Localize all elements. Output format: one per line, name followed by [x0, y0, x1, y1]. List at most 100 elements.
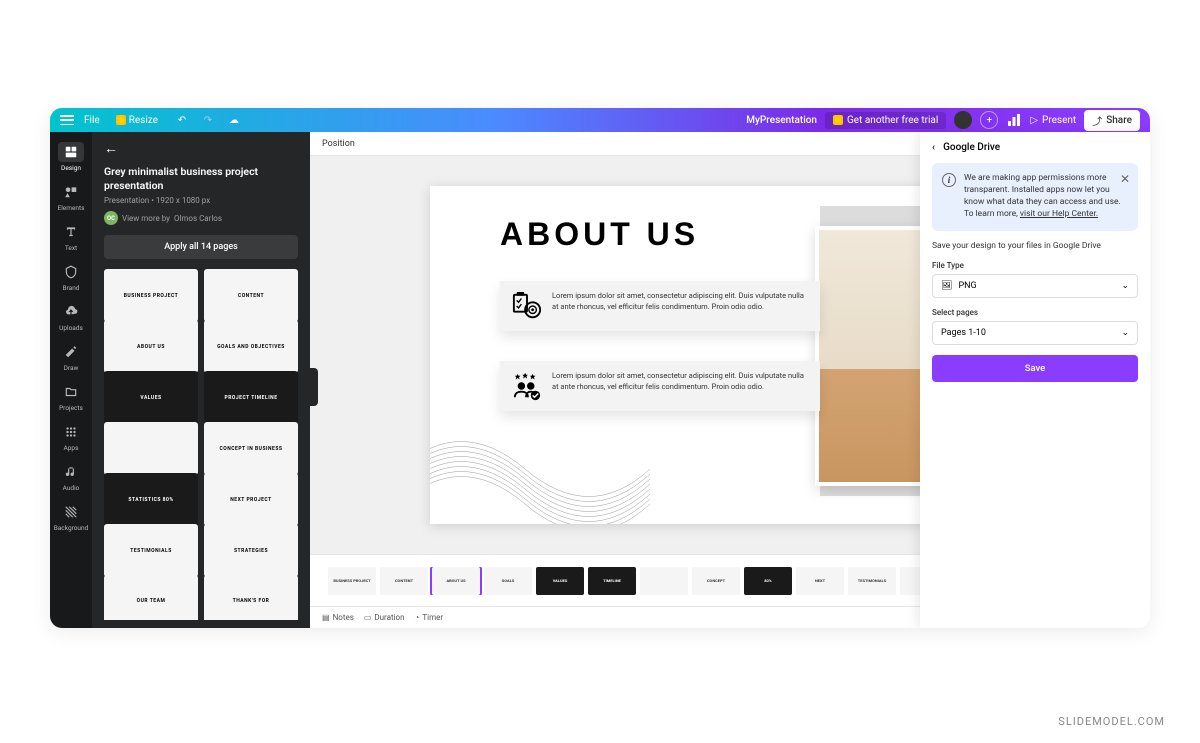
trial-button[interactable]: Get another free trial [825, 112, 946, 129]
rail-design[interactable]: Design [50, 138, 92, 176]
author-badge: OC [104, 211, 118, 225]
template-author[interactable]: OC View more by Olmos Carlos [104, 211, 298, 225]
template-thumb[interactable]: CONTENT [204, 269, 298, 322]
template-thumb[interactable]: PROJECT TIMELINE [204, 371, 298, 424]
notes-button[interactable]: ▤Notes [322, 613, 354, 622]
present-button[interactable]: ▷ Present [1030, 115, 1076, 126]
file-menu[interactable]: File [84, 115, 100, 126]
info-icon: i [942, 173, 956, 187]
user-avatar[interactable] [954, 111, 972, 129]
rail-background[interactable]: Background [50, 498, 92, 536]
content-box-1[interactable]: Lorem ipsum dolor sit amet, consectetur … [500, 281, 820, 331]
template-thumbnails: BUSINESS PROJECTCONTENTABOUT USGOALS AND… [104, 269, 298, 620]
rail-label: Audio [63, 484, 80, 492]
back-arrow-icon[interactable]: ← [104, 140, 118, 157]
rail-uploads[interactable]: Uploads [50, 298, 92, 336]
author-name: Olmos Carlos [174, 214, 222, 223]
side-rail: Design Elements Text Brand Uploads Draw … [50, 132, 92, 628]
slide-title[interactable]: ABOUT US [500, 216, 699, 253]
sidebar-header: ← [104, 140, 298, 157]
filmstrip-thumb[interactable]: ABOUT US3 [432, 567, 480, 595]
filmstrip-thumb[interactable]: BUSINESS PROJECT1 [328, 567, 376, 595]
pages-label: Select pages [932, 308, 1138, 317]
template-thumb[interactable]: OUR TEAM [104, 575, 198, 620]
rail-label: Design [61, 164, 81, 172]
filmstrip-thumb[interactable]: GOALS4 [484, 567, 532, 595]
template-thumb[interactable]: VALUES [104, 371, 198, 424]
analytics-icon[interactable] [1006, 112, 1022, 128]
rail-label: Brand [63, 284, 80, 292]
add-member-button[interactable]: + [980, 111, 998, 129]
template-meta: Presentation • 1920 x 1080 px [104, 196, 298, 205]
filmstrip-thumb[interactable]: NEXT10 [796, 567, 844, 595]
share-button[interactable]: ⤴ Share [1084, 110, 1140, 131]
content-text-1: Lorem ipsum dolor sit amet, consectetur … [552, 291, 808, 321]
save-button[interactable]: Save [932, 355, 1138, 382]
redo-icon[interactable]: ↷ [200, 112, 216, 128]
header-right: MyPresentation Get another free trial + … [746, 110, 1140, 131]
filetype-dropdown[interactable]: 🖼PNG ⌄ [932, 274, 1138, 298]
content-text-2: Lorem ipsum dolor sit amet, consectetur … [552, 371, 808, 401]
rail-draw[interactable]: Draw [50, 338, 92, 376]
team-rating-icon [512, 371, 542, 401]
rail-brand[interactable]: Brand [50, 258, 92, 296]
crown-icon [116, 115, 126, 125]
position-button[interactable]: Position [322, 139, 355, 149]
rail-projects[interactable]: Projects [50, 378, 92, 416]
rail-audio[interactable]: Audio [50, 458, 92, 496]
pages-value: Pages 1-10 [941, 328, 986, 338]
sidebar-collapse-handle[interactable] [308, 368, 318, 406]
play-icon: ▷ [1030, 115, 1038, 126]
chevron-down-icon: ⌄ [1121, 281, 1129, 291]
trial-label: Get another free trial [847, 115, 938, 126]
rail-label: Elements [58, 204, 85, 212]
resize-button[interactable]: Resize [110, 113, 164, 128]
filetype-value: PNG [958, 281, 976, 291]
template-thumb[interactable]: BUSINESS PROJECT [104, 269, 198, 322]
cloud-sync-icon[interactable]: ☁ [226, 112, 242, 128]
undo-icon[interactable]: ↶ [174, 112, 190, 128]
close-icon[interactable]: ✕ [1120, 171, 1130, 188]
template-thumb[interactable]: ABOUT US [104, 320, 198, 373]
help-center-link[interactable]: visit our Help Center. [1020, 209, 1098, 219]
template-thumb[interactable]: NEXT PROJECT [204, 473, 298, 526]
crown-icon [833, 115, 843, 125]
filmstrip-thumb[interactable]: VALUES5 [536, 567, 584, 595]
rail-text[interactable]: Text [50, 218, 92, 256]
timer-button[interactable]: ◔Timer [415, 613, 444, 622]
filmstrip-thumb[interactable]: 7 [640, 567, 688, 595]
template-thumb[interactable]: STATISTICS 80% [104, 473, 198, 526]
header-left: File Resize ↶ ↷ ☁ [60, 112, 242, 128]
rail-label: Apps [64, 444, 79, 452]
hamburger-menu-icon[interactable] [60, 115, 74, 125]
present-label: Present [1042, 115, 1076, 126]
filmstrip-thumb[interactable]: CONCEPT8 [692, 567, 740, 595]
document-name[interactable]: MyPresentation [746, 115, 817, 126]
duration-button[interactable]: ▭Duration [364, 613, 405, 622]
panel-back-icon[interactable]: ‹ [932, 142, 935, 153]
template-thumb[interactable]: TESTIMONIALS [104, 524, 198, 577]
template-thumb[interactable]: CONCEPT IN BUSINESS [204, 422, 298, 475]
filmstrip-thumb[interactable]: 80%9 [744, 567, 792, 595]
template-thumb[interactable] [104, 422, 198, 475]
filmstrip-thumb[interactable]: TIMELINE6 [588, 567, 636, 595]
filmstrip-thumb[interactable]: TESTIMONIALS11 [848, 567, 896, 595]
filetype-label: File Type [932, 261, 1138, 270]
resize-label: Resize [129, 115, 158, 126]
info-text: We are making app permissions more trans… [964, 173, 1128, 221]
template-thumb[interactable]: STRATEGIES [204, 524, 298, 577]
template-sidebar: ← Grey minimalist business project prese… [92, 132, 310, 628]
rail-label: Uploads [59, 324, 83, 332]
google-drive-panel: ‹ Google Drive i We are making app permi… [920, 132, 1150, 628]
apply-all-button[interactable]: Apply all 14 pages [104, 235, 298, 259]
rail-elements[interactable]: Elements [50, 178, 92, 216]
rail-apps[interactable]: Apps [50, 418, 92, 456]
panel-header: ‹ Google Drive [932, 142, 1138, 153]
template-thumb[interactable]: THANK'S FOR [204, 575, 298, 620]
rail-label: Projects [59, 404, 83, 412]
filmstrip-thumb[interactable]: CONTENT2 [380, 567, 428, 595]
pages-dropdown[interactable]: Pages 1-10 ⌄ [932, 321, 1138, 345]
wave-decoration [430, 404, 650, 524]
info-notice: i We are making app permissions more tra… [932, 163, 1138, 231]
template-thumb[interactable]: GOALS AND OBJECTIVES [204, 320, 298, 373]
